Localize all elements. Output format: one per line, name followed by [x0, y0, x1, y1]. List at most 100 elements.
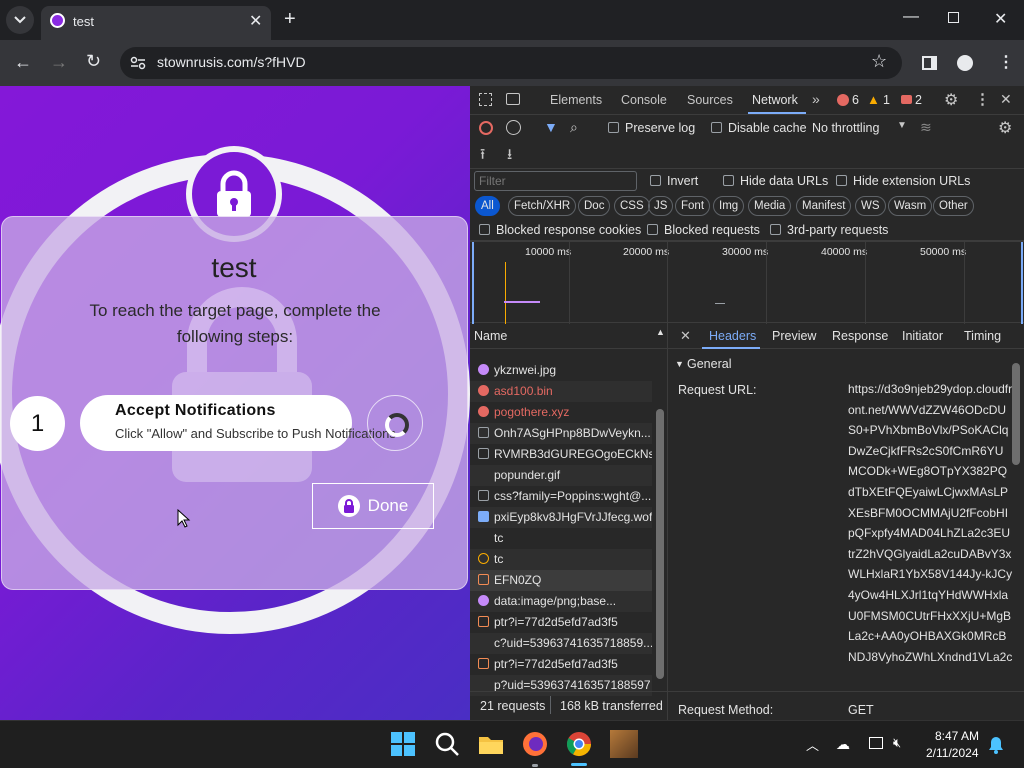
filter-doc[interactable]: Doc — [578, 196, 611, 216]
hide-data-urls-checkbox[interactable]: Hide data URLs — [723, 174, 828, 188]
volume-muted-icon[interactable]: 🔇︎ — [893, 735, 901, 751]
issues-icon[interactable] — [901, 95, 912, 104]
record-stop-icon[interactable] — [479, 121, 493, 135]
restore-window-icon[interactable] — [948, 12, 959, 23]
tab-close-icon[interactable]: ✕ — [249, 11, 262, 31]
request-list-scrollbar[interactable] — [654, 349, 666, 691]
tab-active[interactable]: test ✕ — [41, 6, 271, 40]
name-column-header[interactable]: Name ▲ — [470, 323, 668, 349]
settings-gear-icon[interactable]: ⚙ — [944, 90, 958, 110]
close-devtools-icon[interactable]: ✕ — [1000, 91, 1012, 108]
expand-triangle-icon[interactable]: ▼ — [675, 359, 684, 369]
forward-arrow-icon[interactable]: → — [50, 52, 68, 73]
clock-time[interactable]: 8:47 AM — [935, 729, 979, 743]
request-row[interactable]: tc — [470, 528, 652, 549]
tab-console[interactable]: Console — [621, 93, 667, 107]
filter-input[interactable] — [474, 171, 637, 191]
third-party-checkbox[interactable]: 3rd-party requests — [770, 223, 888, 237]
request-row[interactable]: css?family=Poppins:wght@... — [470, 486, 652, 507]
filter-js[interactable]: JS — [648, 196, 674, 216]
request-row[interactable]: ykznwei.jpg — [470, 360, 652, 381]
blocked-cookies-checkbox[interactable]: Blocked response cookies — [479, 223, 641, 237]
request-row[interactable]: ptr?i=77d2d5efd7ad3f5 — [470, 612, 652, 633]
back-arrow-icon[interactable]: ← — [14, 52, 32, 73]
filter-other[interactable]: Other — [933, 196, 974, 216]
inspect-element-icon[interactable] — [479, 93, 492, 106]
error-icon[interactable] — [837, 94, 849, 106]
detail-scrollbar[interactable] — [1010, 349, 1022, 720]
preserve-log-checkbox[interactable]: Preserve log — [608, 121, 695, 135]
throttling-select[interactable]: No throttling — [812, 121, 879, 135]
disable-cache-checkbox[interactable]: Disable cache — [711, 121, 807, 135]
minimize-window-icon[interactable]: — — [903, 8, 919, 26]
request-row[interactable]: c?uid=53963741635718859... — [470, 633, 652, 654]
tab-preview[interactable]: Preview — [772, 329, 816, 343]
request-row[interactable]: data:image/png;base... — [470, 591, 652, 612]
network-conditions-icon[interactable]: ≋ — [920, 119, 932, 136]
firefox-icon[interactable] — [521, 730, 549, 758]
filter-ws[interactable]: WS — [855, 196, 886, 216]
import-har-icon[interactable]: ⭱ — [480, 144, 485, 169]
filter-fetch-xhr[interactable]: Fetch/XHR — [508, 196, 577, 216]
bookmark-star-icon[interactable]: ☆ — [871, 51, 887, 72]
request-row[interactable]: popunder.gif — [470, 465, 652, 486]
timeline-overview[interactable]: 10000 ms 20000 ms 30000 ms 40000 ms 5000… — [470, 241, 1024, 324]
request-row[interactable]: EFN0ZQ — [470, 570, 652, 591]
notification-bell-icon[interactable] — [988, 736, 1004, 754]
request-row[interactable]: pogothere.xyz — [470, 402, 652, 423]
site-info-icon[interactable] — [130, 56, 146, 70]
profile-avatar-icon[interactable] — [957, 55, 973, 71]
tab-timing[interactable]: Timing — [964, 329, 1001, 343]
tab-network[interactable]: Network — [752, 93, 798, 107]
show-hidden-icons-chevron-icon[interactable]: ︿ — [806, 735, 819, 754]
tab-headers[interactable]: Headers — [709, 329, 756, 343]
filter-all[interactable]: All — [475, 196, 500, 216]
request-row[interactable]: asd100.bin — [470, 381, 652, 402]
more-tabs-icon[interactable]: » — [812, 91, 820, 107]
clock-date[interactable]: 2/11/2024 — [926, 746, 979, 760]
request-row[interactable]: tc — [470, 549, 652, 570]
filter-css[interactable]: CSS — [614, 196, 650, 216]
search-icon[interactable] — [433, 730, 461, 758]
tab-sources[interactable]: Sources — [687, 93, 733, 107]
tab-elements[interactable]: Elements — [550, 93, 602, 107]
tab-response[interactable]: Response — [832, 329, 888, 343]
close-window-icon[interactable]: ✕ — [994, 9, 1007, 29]
request-row[interactable]: RVMRB3dGUREGOgoECkNs... — [470, 444, 652, 465]
side-panel-icon[interactable] — [922, 56, 937, 70]
clear-log-icon[interactable] — [506, 120, 521, 135]
filter-manifest[interactable]: Manifest — [796, 196, 852, 216]
windows-start-icon[interactable] — [389, 730, 417, 758]
blocked-requests-checkbox[interactable]: Blocked requests — [647, 223, 760, 237]
scroll-thumb[interactable] — [656, 409, 664, 679]
scroll-thumb[interactable] — [1012, 363, 1020, 465]
network-settings-gear-icon[interactable]: ⚙ — [998, 118, 1012, 138]
onedrive-cloud-icon[interactable]: ☁ — [836, 736, 850, 753]
request-row[interactable]: ptr?i=77d2d5efd7ad3f5 — [470, 654, 652, 675]
tab-search-button[interactable] — [6, 6, 34, 34]
network-icon[interactable] — [869, 737, 883, 749]
filter-wasm[interactable]: Wasm — [888, 196, 933, 216]
app-thumbnail-icon[interactable] — [610, 730, 638, 758]
device-toolbar-icon[interactable] — [506, 93, 520, 105]
hide-extension-urls-checkbox[interactable]: Hide extension URLs — [836, 174, 970, 188]
filter-media[interactable]: Media — [748, 196, 792, 216]
request-row[interactable]: Onh7ASgHPnp8BDwVeykn... — [470, 423, 652, 444]
reload-icon[interactable]: ↻ — [86, 51, 101, 72]
request-url-value[interactable]: https://d3o9njeb29ydop.cloudfront.net/WW… — [848, 379, 1013, 671]
tab-initiator[interactable]: Initiator — [902, 329, 943, 343]
done-button[interactable]: Done — [312, 483, 434, 529]
browser-menu-icon[interactable]: ⋮ — [998, 52, 1014, 72]
general-section-title[interactable]: General — [687, 357, 731, 371]
filter-funnel-icon[interactable]: ▼ — [544, 119, 558, 135]
request-method-value[interactable]: GET — [848, 703, 874, 717]
new-tab-button[interactable]: + — [284, 8, 296, 31]
file-explorer-icon[interactable] — [477, 730, 505, 758]
close-detail-icon[interactable]: ✕ — [680, 328, 691, 344]
warning-icon[interactable]: ▲ — [867, 92, 880, 107]
filter-img[interactable]: Img — [713, 196, 745, 216]
request-row[interactable]: pxiEyp8kv8JHgFVrJJfecg.wof... — [470, 507, 652, 528]
export-har-icon[interactable]: ⭳ — [507, 144, 512, 169]
search-icon[interactable]: ⌕ — [570, 119, 578, 136]
devtools-menu-icon[interactable]: ⋮ — [975, 90, 990, 108]
